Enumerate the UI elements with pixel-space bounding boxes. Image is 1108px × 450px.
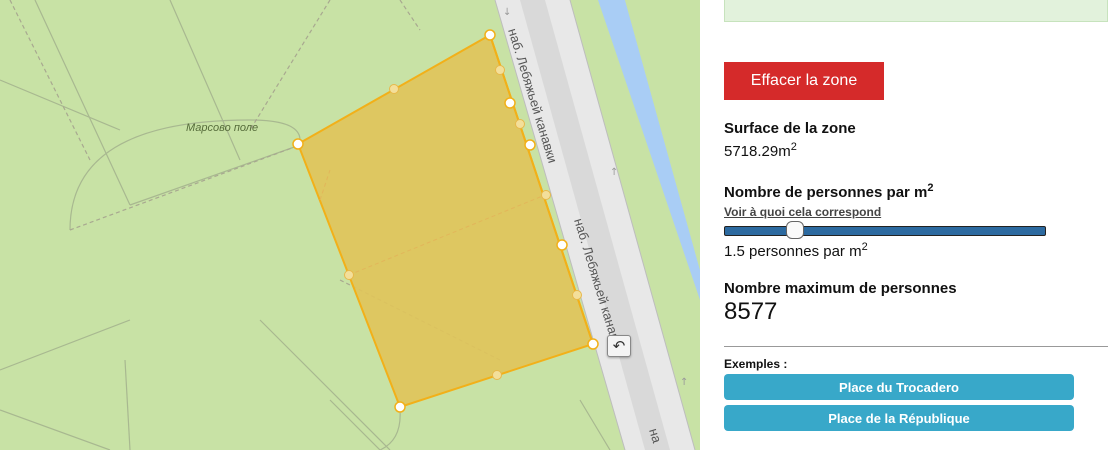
density-value: 1.5 personnes par m2: [724, 241, 868, 261]
density-slider-handle[interactable]: [785, 221, 804, 239]
surface-title: Surface de la zone: [724, 120, 856, 137]
zone-midpoint: [492, 370, 502, 380]
zone-midpoint: [572, 290, 582, 300]
clear-zone-button[interactable]: Effacer la zone: [724, 62, 884, 100]
map-canvas[interactable]: ↓ ↑ ↑ Марсово поле наб. Лебяжьей канавки…: [0, 0, 700, 450]
density-slider[interactable]: [724, 226, 1046, 236]
example-button-republique[interactable]: Place de la République: [724, 405, 1074, 431]
zone-midpoint: [541, 190, 551, 200]
max-people-title: Nombre maximum de personnes: [724, 280, 957, 297]
park-label: Марсово поле: [186, 122, 258, 134]
undo-icon[interactable]: ↶: [607, 335, 631, 357]
zone-midpoint: [495, 65, 505, 75]
examples-label: Exemples :: [724, 357, 788, 371]
zone-vertex: [292, 138, 304, 150]
zone-midpoint: [389, 84, 399, 94]
zone-midpoint: [344, 270, 354, 280]
zone-vertex: [587, 338, 599, 350]
zone-vertex: [394, 401, 406, 413]
divider: [724, 346, 1108, 347]
zone-midpoint: [515, 119, 525, 129]
example-button-trocadero[interactable]: Place du Trocadero: [724, 374, 1074, 400]
zone-vertex: [556, 239, 568, 251]
svg-text:↓: ↓: [503, 7, 511, 18]
density-help-link[interactable]: Voir à quoi cela correspond: [724, 205, 881, 219]
zone-vertex: [524, 139, 536, 151]
side-panel: Effacer la zone Surface de la zone 5718.…: [700, 0, 1108, 450]
svg-text:↑: ↑: [680, 377, 688, 388]
density-title: Nombre de personnes par m2: [724, 182, 934, 202]
info-box: [724, 0, 1108, 22]
zone-vertex: [504, 97, 516, 109]
svg-text:↑: ↑: [610, 167, 618, 178]
surface-value: 5718.29m2: [724, 141, 797, 161]
zone-vertex: [484, 29, 496, 41]
max-people-value: 8577: [724, 298, 778, 325]
map-view[interactable]: ↓ ↑ ↑ Марсово поле наб. Лебяжьей канавки…: [0, 0, 700, 450]
